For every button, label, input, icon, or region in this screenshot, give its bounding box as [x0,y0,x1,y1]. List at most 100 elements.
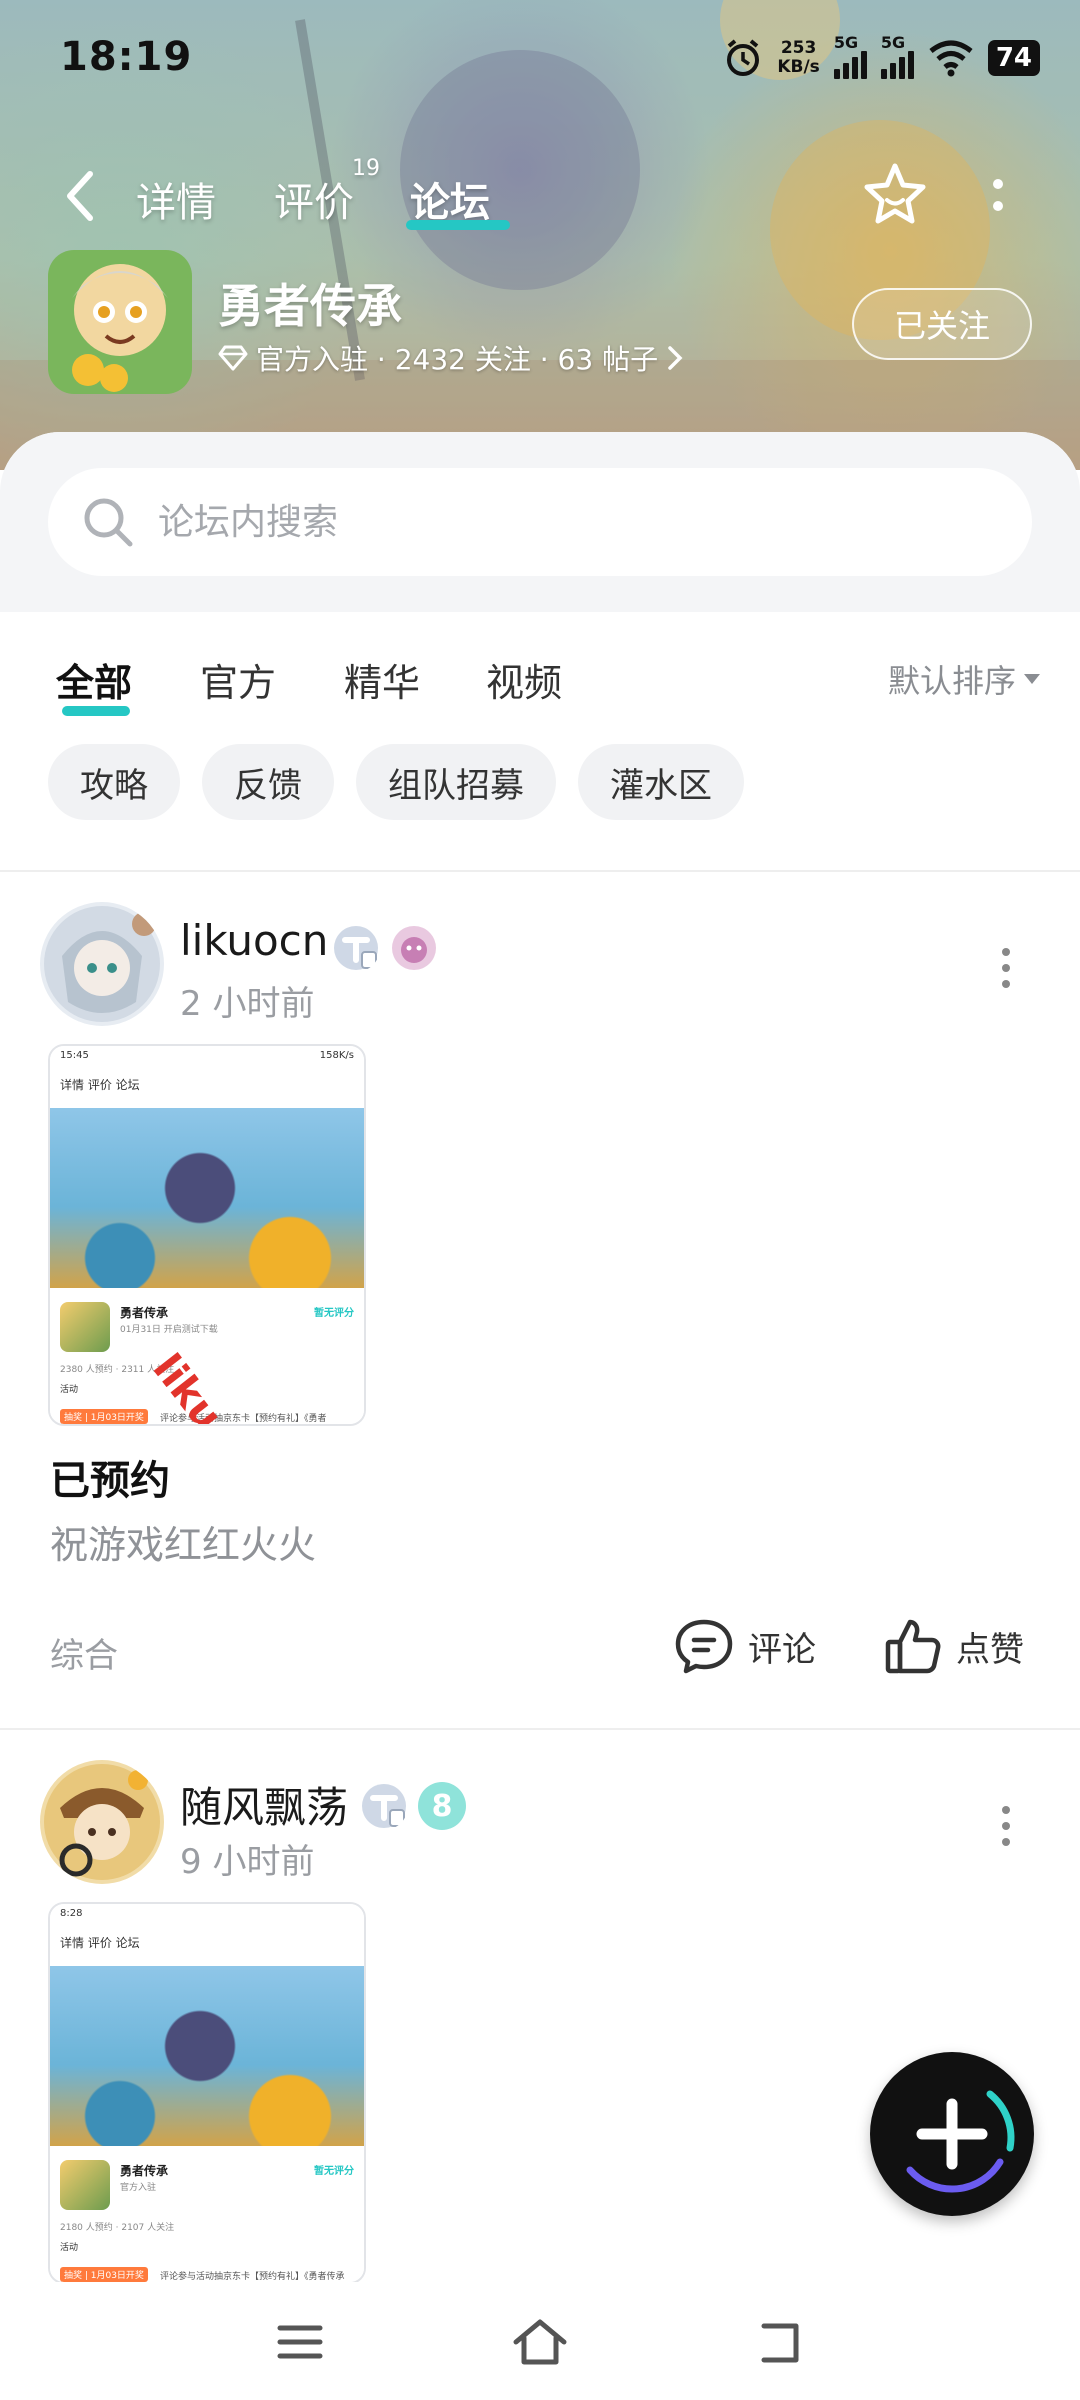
network-speed: 253 KB/s [777,39,819,77]
thumb-status-time: 15:45 [60,1050,89,1061]
game-title: 勇者传承 [218,279,402,333]
thumb-game-icon [60,2160,110,2210]
plus-icon [906,2090,1015,2193]
network-type-label: 5G [833,33,859,52]
username[interactable]: 随风飘荡 [180,1774,348,1835]
thumb-hero-art [50,1108,364,1288]
chevron-right-icon [668,346,683,370]
follow-button[interactable]: 已关注 [852,288,1032,360]
status-bar: 18:19 253 KB/s 5G 5G 74 [0,0,1080,110]
verified-badge-icon [362,1784,406,1828]
search-icon [84,498,133,547]
chip-team-recruit[interactable]: 组队招募 [356,744,556,820]
username[interactable]: likuocn [180,916,328,965]
thumb-status-right: 158K/s [319,1050,354,1061]
chip-guides[interactable]: 攻略 [48,744,180,820]
game-header-banner: 18:19 253 KB/s 5G 5G 74 详情 评价 19 论坛 勇者传承… [0,0,1080,470]
back-nav-icon[interactable] [750,2312,810,2372]
post-image[interactable]: 15:45 158K/s 详情 评价 论坛 勇者传承 暂无评分 01月31日 开… [48,1044,366,1426]
search-area [0,432,1080,612]
create-post-button[interactable] [870,2052,1034,2216]
game-meta[interactable]: 官方入驻 · 2432 关注 · 63 帖子 [218,338,684,378]
active-tab-indicator [406,220,510,230]
network-type-label: 5G [880,33,906,52]
thumb-line: 01月31日 开启测试下载 [120,1325,218,1335]
status-time: 18:19 [60,34,193,80]
filter-tab-all[interactable]: 全部 [56,652,132,707]
back-icon[interactable] [60,168,100,224]
chip-chat[interactable]: 灌水区 [578,744,744,820]
post-more-icon[interactable] [994,1804,1018,1848]
battery-indicator: 74 [987,40,1040,76]
thumb-orange-tag: 抽奖 | 1月03日开奖 [60,2267,148,2282]
divider [0,1728,1080,1730]
filter-active-indicator [62,706,130,716]
filter-tab-official[interactable]: 官方 [200,652,276,707]
thumb-status-time: 8:28 [60,1908,83,1919]
sort-label: 默认排序 [887,662,1016,700]
filter-tab-featured[interactable]: 精华 [344,652,420,707]
thumb-hero-art [50,1966,364,2146]
post-card[interactable]: likuocn 2 小时前 15:45 158K/s 详情 评价 论坛 勇者传承 [0,902,1080,1567]
avatar[interactable] [40,902,164,1026]
like-button[interactable]: 点赞 [884,1618,1024,1674]
thumb-game-icon [60,1302,110,1352]
speed-unit: KB/s [777,57,820,77]
thumb-rating-tag: 暂无评分 [314,2166,354,2177]
favorite-star-icon[interactable] [860,160,930,230]
tab-details[interactable]: 详情 [136,170,216,228]
thumb-orange-text: 评论参与活动抽京东卡【预约有礼】《勇者传承 [160,2272,345,2282]
tab-details-label: 详情 [136,180,216,226]
avatar[interactable] [40,1760,164,1884]
alarm-icon [727,39,760,76]
sort-dropdown[interactable]: 默认排序 [888,656,1040,702]
thumb-orange-tag: 抽奖 | 1月03日开奖 [60,1409,148,1424]
signal-icon-2: 5G [880,33,914,79]
thumb-rating-tag: 暂无评分 [314,1308,354,1319]
status-icons: 253 KB/s 5G 5G 74 [723,30,1040,86]
post-time: 2 小时前 [180,984,315,1024]
post-body: 祝游戏红红火火 [50,1523,317,1567]
tab-reviews[interactable]: 评价 19 [274,156,380,228]
level-badge: 8 [418,1782,466,1830]
comment-label: 评论 [748,1629,816,1670]
category-chips: 攻略 反馈 组队招募 灌水区 [48,744,744,820]
post-more-icon[interactable] [994,946,1018,990]
review-count-badge: 19 [352,156,380,181]
search-box[interactable] [48,468,1032,576]
speed-value: 253 [780,38,817,58]
diamond-icon [218,345,248,371]
thumb-nav: 详情 评价 论坛 [60,1936,140,1950]
top-navigation: 详情 评价 19 论坛 [0,150,1080,240]
thumb-game-name: 勇者传承 [120,1306,169,1320]
chip-feedback[interactable]: 反馈 [202,744,334,820]
post-category[interactable]: 综合 [50,1628,118,1677]
thumb-game-name: 勇者传承 [120,2164,169,2178]
signal-icon-1: 5G [833,33,867,79]
filter-tab-video[interactable]: 视频 [486,652,562,707]
comment-icon [675,1619,733,1674]
search-input[interactable] [158,468,978,576]
game-icon[interactable] [48,250,192,394]
game-info: 勇者传承 官方入驻 · 2432 关注 · 63 帖子 已关注 [0,250,1080,400]
menu-icon[interactable] [270,2312,330,2372]
system-navigation-bar [0,2282,1080,2400]
pet-badge-icon [392,926,436,970]
post-image[interactable]: 8:28 详情 评价 论坛 勇者传承 暂无评分 官方入驻 2180 人预约 · … [48,1902,366,2284]
dropdown-arrow-icon [1024,674,1040,684]
thumb-line: 活动 [60,2243,79,2253]
verified-badge-icon [334,926,378,970]
thumb-nav: 详情 评价 论坛 [60,1078,140,1092]
thumb-line: 活动 [60,1385,79,1395]
home-icon[interactable] [510,2312,570,2372]
wifi-icon [929,40,973,77]
filter-tabs: 全部 官方 精华 视频 默认排序 [0,612,1080,732]
avatar-image [40,1760,164,1884]
post-title: 已预约 [50,1458,170,1504]
thumb-line: 官方入驻 [120,2183,157,2193]
comment-button[interactable]: 评论 [674,1618,816,1674]
post-time: 9 小时前 [180,1842,315,1882]
game-icon-art [48,250,192,394]
game-meta-text: 官方入驻 · 2432 关注 · 63 帖子 [256,343,659,376]
more-options-icon[interactable] [978,172,1018,222]
